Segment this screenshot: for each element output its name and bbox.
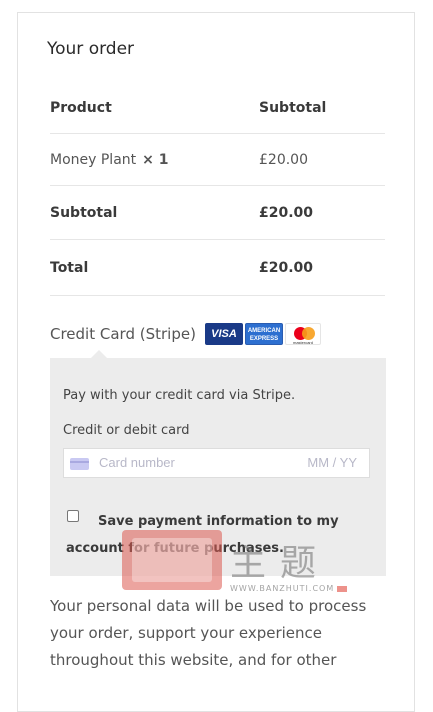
product-price: £20.00: [259, 151, 308, 168]
payment-method-label[interactable]: Credit Card (Stripe): [50, 325, 196, 343]
card-number-placeholder[interactable]: Card number: [99, 455, 175, 470]
card-field-label: Credit or debit card: [63, 423, 190, 438]
table-row: Money Plant × 1 £20.00: [50, 134, 385, 186]
order-review-card: Your order Product Subtotal Money Plant ×…: [17, 12, 415, 712]
visa-logo-icon: VISA: [205, 323, 243, 345]
payment-method-stripe[interactable]: Credit Card (Stripe) VISA AMERICAN EXPRE…: [50, 321, 390, 347]
card-expiry-placeholder[interactable]: MM / YY: [307, 455, 357, 470]
product-cell: Money Plant × 1: [50, 152, 169, 168]
card-number-field[interactable]: Card number MM / YY: [63, 448, 370, 478]
mastercard-logo-text: mastercard: [292, 340, 313, 345]
amex-logo-icon: AMERICAN EXPRESS: [245, 323, 283, 345]
subtotal-column-header: Subtotal: [259, 99, 327, 116]
save-payment-label[interactable]: Save payment information to my account f…: [66, 508, 366, 562]
total-label: Total: [50, 259, 89, 276]
product-quantity: × 1: [142, 151, 169, 168]
total-row: Total £20.00: [50, 240, 385, 296]
stripe-description: Pay with your credit card via Stripe.: [63, 388, 296, 403]
table-header-row: Product Subtotal: [50, 82, 385, 134]
stripe-payment-box: Pay with your credit card via Stripe. Cr…: [50, 358, 386, 576]
product-name: Money Plant: [50, 151, 137, 168]
privacy-notice: Your personal data will be used to proce…: [50, 597, 367, 669]
total-value: £20.00: [259, 259, 314, 276]
product-column-header: Product: [50, 99, 112, 116]
mastercard-orange-circle: [302, 327, 315, 340]
subtotal-row: Subtotal £20.00: [50, 186, 385, 240]
amex-logo-line1: AMERICAN: [247, 328, 281, 334]
amex-logo-line2: EXPRESS: [249, 336, 279, 342]
order-title: Your order: [47, 39, 135, 59]
mastercard-logo-icon: mastercard: [285, 323, 321, 345]
subtotal-label: Subtotal: [50, 204, 118, 221]
subtotal-value: £20.00: [259, 204, 314, 221]
credit-card-icon: [70, 458, 89, 470]
